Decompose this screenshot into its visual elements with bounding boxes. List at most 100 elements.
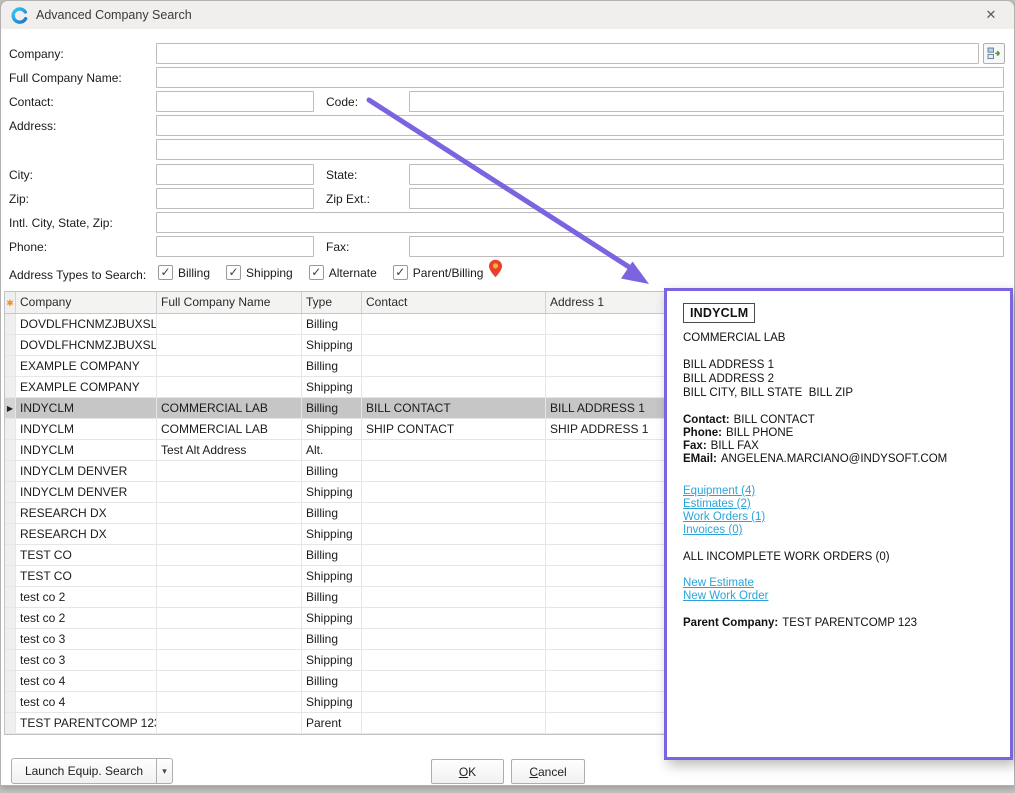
grid-cell[interactable]: INDYCLM (16, 440, 157, 460)
grid-cell[interactable]: RESEARCH DX (16, 503, 157, 523)
grid-cell[interactable] (157, 335, 302, 355)
grid-cell[interactable] (362, 587, 546, 607)
checkbox[interactable]: ✓ (226, 265, 241, 280)
checkbox[interactable]: ✓ (393, 265, 408, 280)
grid-cell[interactable]: test co 3 (16, 650, 157, 670)
grid-cell[interactable]: test co 2 (16, 608, 157, 628)
grid-cell[interactable]: INDYCLM (16, 398, 157, 418)
grid-cell[interactable] (362, 335, 546, 355)
grid-cell[interactable]: INDYCLM DENVER (16, 461, 157, 481)
launch-equip-search-dropdown[interactable]: ▾ (156, 758, 173, 784)
grid-cell[interactable]: Shipping (302, 482, 362, 502)
grid-cell[interactable]: Shipping (302, 566, 362, 586)
full-company-name-input[interactable] (156, 67, 1004, 88)
grid-cell[interactable] (157, 524, 302, 544)
checkbox[interactable]: ✓ (158, 265, 173, 280)
grid-cell[interactable] (362, 692, 546, 712)
grid-cell[interactable]: Parent (302, 713, 362, 733)
grid-cell[interactable]: Shipping (302, 524, 362, 544)
zip-ext-input[interactable] (409, 188, 1004, 209)
grid-cell[interactable]: Shipping (302, 419, 362, 439)
grid-cell[interactable]: Alt. (302, 440, 362, 460)
company-input[interactable] (156, 43, 979, 64)
cancel-button[interactable]: Cancel (511, 759, 585, 784)
column-header-type[interactable]: Type (302, 292, 362, 313)
grid-cell[interactable]: Billing (302, 545, 362, 565)
grid-cell[interactable] (157, 461, 302, 481)
grid-cell[interactable]: Billing (302, 398, 362, 418)
grid-cell[interactable] (157, 587, 302, 607)
zip-input[interactable] (156, 188, 314, 209)
grid-cell[interactable]: SHIP CONTACT (362, 419, 546, 439)
grid-cell[interactable]: Billing (302, 629, 362, 649)
grid-cell[interactable]: DOVDLFHCNMZJBUXSLFC (16, 314, 157, 334)
grid-cell[interactable]: BILL CONTACT (362, 398, 546, 418)
column-header-full-company-name[interactable]: Full Company Name (157, 292, 302, 313)
grid-cell[interactable]: TEST CO (16, 566, 157, 586)
launch-equip-search-button[interactable]: Launch Equip. Search (11, 758, 157, 784)
map-pin-icon[interactable] (488, 259, 503, 281)
grid-cell[interactable] (362, 713, 546, 733)
company-lookup-button[interactable] (983, 43, 1005, 64)
grid-cell[interactable] (362, 650, 546, 670)
grid-cell[interactable] (362, 440, 546, 460)
grid-cell[interactable] (157, 692, 302, 712)
code-input[interactable] (409, 91, 1004, 112)
grid-cell[interactable]: Shipping (302, 335, 362, 355)
grid-cell[interactable] (157, 713, 302, 733)
grid-cell[interactable]: Test Alt Address (157, 440, 302, 460)
grid-cell[interactable] (157, 650, 302, 670)
grid-cell[interactable] (362, 377, 546, 397)
grid-cell[interactable] (362, 629, 546, 649)
grid-cell[interactable] (362, 314, 546, 334)
address-type-option[interactable]: ✓Alternate (309, 265, 377, 280)
address-line2-input[interactable] (156, 139, 1004, 160)
phone-input[interactable] (156, 236, 314, 257)
grid-cell[interactable]: Billing (302, 461, 362, 481)
fax-input[interactable] (409, 236, 1004, 257)
state-input[interactable] (409, 164, 1004, 185)
grid-cell[interactable]: test co 3 (16, 629, 157, 649)
grid-cell[interactable] (157, 671, 302, 691)
grid-cell[interactable]: Billing (302, 314, 362, 334)
grid-cell[interactable] (362, 608, 546, 628)
grid-cell[interactable] (362, 545, 546, 565)
grid-cell[interactable] (157, 377, 302, 397)
grid-cell[interactable]: Billing (302, 356, 362, 376)
checkbox[interactable]: ✓ (309, 265, 324, 280)
grid-cell[interactable]: TEST PARENTCOMP 123 (16, 713, 157, 733)
grid-options-cell[interactable]: ✱ (5, 292, 16, 313)
close-icon[interactable]: ✕ (981, 6, 1001, 24)
grid-cell[interactable] (157, 482, 302, 502)
grid-cell[interactable]: Shipping (302, 650, 362, 670)
grid-cell[interactable]: COMMERCIAL LAB (157, 419, 302, 439)
grid-cell[interactable] (362, 482, 546, 502)
grid-cell[interactable] (157, 608, 302, 628)
grid-cell[interactable] (362, 566, 546, 586)
grid-cell[interactable]: Billing (302, 587, 362, 607)
address-type-option[interactable]: ✓Billing (158, 265, 210, 280)
address-line1-input[interactable] (156, 115, 1004, 136)
grid-cell[interactable]: EXAMPLE COMPANY (16, 356, 157, 376)
grid-cell[interactable] (157, 503, 302, 523)
record-link[interactable]: Invoices (0) (683, 524, 994, 537)
grid-cell[interactable]: test co 2 (16, 587, 157, 607)
address-type-option[interactable]: ✓Parent/Billing (393, 265, 484, 280)
intl-city-state-zip-input[interactable] (156, 212, 1004, 233)
action-link[interactable]: New Estimate (683, 577, 994, 590)
grid-cell[interactable] (362, 356, 546, 376)
grid-cell[interactable]: COMMERCIAL LAB (157, 398, 302, 418)
record-link[interactable]: Work Orders (1) (683, 511, 994, 524)
grid-cell[interactable]: DOVDLFHCNMZJBUXSLFC (16, 335, 157, 355)
grid-cell[interactable] (157, 566, 302, 586)
city-input[interactable] (156, 164, 314, 185)
column-header-contact[interactable]: Contact (362, 292, 546, 313)
record-link[interactable]: Estimates (2) (683, 498, 994, 511)
grid-cell[interactable]: Billing (302, 671, 362, 691)
address-type-option[interactable]: ✓Shipping (226, 265, 293, 280)
column-header-company[interactable]: Company (16, 292, 157, 313)
grid-cell[interactable]: Shipping (302, 377, 362, 397)
grid-cell[interactable]: Shipping (302, 608, 362, 628)
grid-cell[interactable] (157, 356, 302, 376)
grid-cell[interactable]: INDYCLM DENVER (16, 482, 157, 502)
